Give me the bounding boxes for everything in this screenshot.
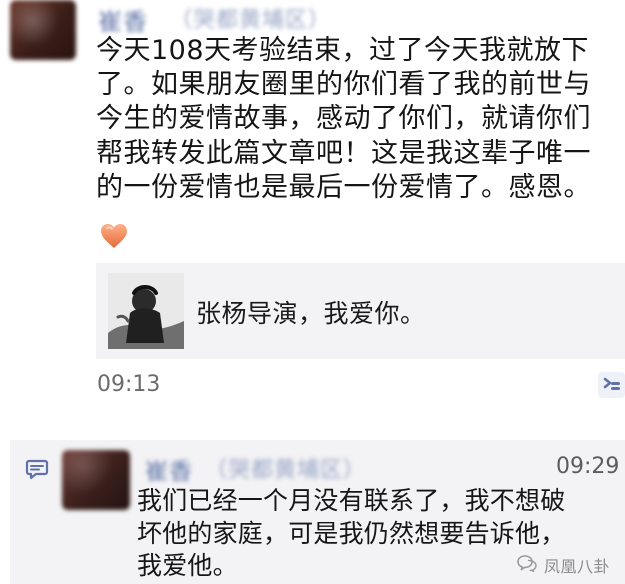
watermark: 凤凰八卦 [510, 552, 616, 578]
more-actions-button[interactable] [598, 372, 625, 398]
chat-icon [516, 554, 538, 576]
comment-time: 09:29 [556, 454, 620, 479]
heart-icon [97, 218, 131, 252]
watermark-text: 凤凰八卦 [544, 557, 611, 576]
shared-link-thumbnail [108, 273, 184, 349]
comment-author-meta: （哭都黄埔区） [205, 458, 367, 483]
shared-link-card[interactable]: 张杨导演，我爱你。 [96, 263, 625, 359]
post-author-avatar[interactable] [10, 0, 76, 60]
shared-link-title[interactable]: 张杨导演，我爱你。 [196, 294, 426, 330]
post-time: 09:13 [97, 372, 161, 397]
post-author-name[interactable]: 崔香 [98, 2, 148, 37]
post-text: 今天108天考验结束，过了今天我就放下 了。如果朋友圈里的你们看了我的前世与 今… [96, 35, 591, 203]
post-author-meta: （哭都黄埔区） [170, 8, 332, 33]
comment-author-name[interactable]: 崔香 [145, 452, 193, 486]
comment-author-avatar[interactable] [62, 450, 130, 510]
comment-icon [24, 456, 50, 482]
